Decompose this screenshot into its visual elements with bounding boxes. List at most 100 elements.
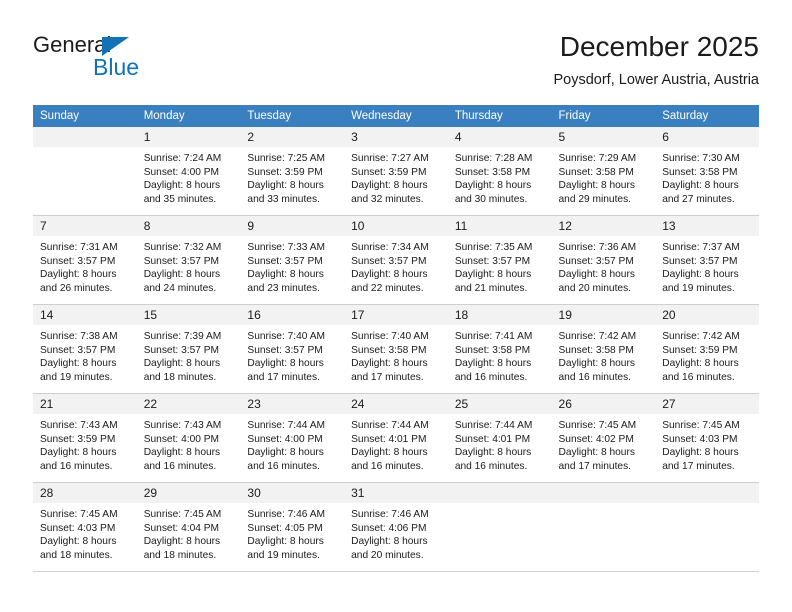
- weekday-header-saturday: Saturday: [655, 105, 759, 127]
- day-number: 12: [551, 216, 656, 236]
- calendar-day-cell[interactable]: 17 Sunrise: 7:40 AM Sunset: 3:58 PM Dayligh…: [344, 304, 448, 394]
- calendar-day-cell[interactable]: 21 Sunrise: 7:43 AM Sunset: 3:59 PM Dayligh…: [33, 393, 137, 483]
- day-detail-lines: Sunrise: 7:31 AM Sunset: 3:57 PM Daylight:…: [33, 236, 137, 295]
- day-detail-lines: Sunrise: 7:42 AM Sunset: 3:58 PM Daylight:…: [552, 325, 656, 384]
- day-number: 13: [655, 216, 759, 236]
- sunrise-text: Sunrise: 7:30 AM: [662, 153, 740, 164]
- calendar-day-cell[interactable]: 8 Sunrise: 7:32 AM Sunset: 3:57 PM Daylight…: [136, 215, 241, 305]
- calendar-day-cell[interactable]: 27 Sunrise: 7:45 AM Sunset: 4:03 PM Dayligh…: [655, 393, 759, 483]
- calendar-day-cell[interactable]: 28 Sunrise: 7:45 AM Sunset: 4:03 PM Dayligh…: [33, 482, 137, 572]
- day-number: 9: [240, 216, 345, 236]
- calendar-day-cell[interactable]: 15 Sunrise: 7:39 AM Sunset: 3:57 PM Dayligh…: [136, 304, 241, 394]
- daylight-text-line1: Daylight: 8 hours: [143, 447, 221, 459]
- day-cell-content: 19 Sunrise: 7:42 AM Sunset: 3:58 PM Dayligh…: [551, 305, 656, 393]
- calendar-day-cell[interactable]: 12 Sunrise: 7:36 AM Sunset: 3:57 PM Dayligh…: [551, 215, 656, 305]
- calendar-day-cell[interactable]: 19 Sunrise: 7:42 AM Sunset: 3:58 PM Dayligh…: [551, 304, 656, 394]
- calendar-day-cell[interactable]: 7 Sunrise: 7:31 AM Sunset: 3:57 PM Daylight…: [33, 215, 137, 305]
- day-detail-lines: Sunrise: 7:45 AM Sunset: 4:03 PM Daylight:…: [655, 414, 759, 473]
- sunrise-text: Sunrise: 7:35 AM: [454, 242, 533, 253]
- calendar-day-cell[interactable]: 16 Sunrise: 7:40 AM Sunset: 3:57 PM Dayligh…: [240, 304, 345, 394]
- sunset-text: Sunset: 4:01 PM: [351, 433, 427, 445]
- day-detail-lines: Sunrise: 7:38 AM Sunset: 3:57 PM Daylight:…: [33, 325, 137, 384]
- day-number: 3: [344, 127, 448, 147]
- daylight-text-line1: Daylight: 8 hours: [558, 447, 635, 459]
- page-title: December 2025: [559, 31, 759, 62]
- daylight-text-line1: Daylight: 8 hours: [558, 269, 635, 281]
- calendar-day-cell[interactable]: 24 Sunrise: 7:44 AM Sunset: 4:01 PM Dayligh…: [344, 393, 448, 483]
- sunrise-text: Sunrise: 7:43 AM: [143, 420, 222, 431]
- calendar-day-cell[interactable]: 31 Sunrise: 7:46 AM Sunset: 4:06 PM Dayligh…: [344, 482, 448, 572]
- sunrise-text: Sunrise: 7:29 AM: [558, 153, 637, 164]
- sunrise-text: Sunrise: 7:25 AM: [247, 153, 325, 164]
- daylight-text-line2: and 35 minutes.: [143, 193, 217, 205]
- day-number: [655, 483, 759, 503]
- calendar-day-cell[interactable]: 3 Sunrise: 7:27 AM Sunset: 3:59 PM Daylight…: [344, 127, 448, 216]
- daylight-text-line2: and 17 minutes.: [247, 371, 320, 383]
- day-cell-content: 17 Sunrise: 7:40 AM Sunset: 3:58 PM Dayligh…: [344, 305, 448, 393]
- calendar-day-cell[interactable]: 11 Sunrise: 7:35 AM Sunset: 3:57 PM Dayligh…: [447, 215, 552, 305]
- sunrise-text: Sunrise: 7:39 AM: [143, 331, 222, 342]
- calendar-day-cell[interactable]: 30 Sunrise: 7:46 AM Sunset: 4:05 PM Dayligh…: [240, 482, 345, 572]
- sunrise-text: Sunrise: 7:33 AM: [247, 242, 325, 253]
- day-number: 22: [136, 394, 241, 414]
- day-cell-content: 14 Sunrise: 7:38 AM Sunset: 3:57 PM Dayligh…: [33, 305, 137, 393]
- day-cell-content: 16 Sunrise: 7:40 AM Sunset: 3:57 PM Dayligh…: [240, 305, 345, 393]
- calendar-day-cell[interactable]: 23 Sunrise: 7:44 AM Sunset: 4:00 PM Dayligh…: [240, 393, 345, 483]
- day-number: 11: [447, 216, 552, 236]
- daylight-text-line1: Daylight: 8 hours: [247, 180, 324, 192]
- daylight-text-line1: Daylight: 8 hours: [351, 358, 428, 370]
- day-detail-lines: Sunrise: 7:41 AM Sunset: 3:58 PM Daylight:…: [448, 325, 552, 384]
- day-number: 27: [655, 394, 759, 414]
- day-number: 26: [551, 394, 656, 414]
- calendar-day-cell[interactable]: 9 Sunrise: 7:33 AM Sunset: 3:57 PM Daylight…: [240, 215, 345, 305]
- day-cell-content: 3 Sunrise: 7:27 AM Sunset: 3:59 PM Daylight…: [344, 127, 448, 215]
- weekday-header-row: Sunday Monday Tuesday Wednesday Thursday…: [33, 105, 759, 127]
- calendar-day-cell[interactable]: 26 Sunrise: 7:45 AM Sunset: 4:02 PM Dayligh…: [551, 393, 656, 483]
- day-detail-lines: Sunrise: 7:27 AM Sunset: 3:59 PM Daylight:…: [344, 147, 448, 206]
- calendar-day-cell[interactable]: 6 Sunrise: 7:30 AM Sunset: 3:58 PM Daylight…: [655, 127, 759, 216]
- sunrise-text: Sunrise: 7:40 AM: [351, 331, 429, 342]
- calendar-day-cell[interactable]: 5 Sunrise: 7:29 AM Sunset: 3:58 PM Daylight…: [551, 127, 656, 216]
- day-number: 31: [344, 483, 448, 503]
- sunrise-text: Sunrise: 7:45 AM: [40, 509, 118, 520]
- calendar-day-cell[interactable]: 25 Sunrise: 7:44 AM Sunset: 4:01 PM Dayligh…: [447, 393, 552, 483]
- calendar-day-cell[interactable]: 2 Sunrise: 7:25 AM Sunset: 3:59 PM Daylight…: [240, 127, 345, 216]
- daylight-text-line2: and 20 minutes.: [558, 282, 632, 294]
- day-detail-lines: Sunrise: 7:45 AM Sunset: 4:04 PM Daylight:…: [137, 503, 241, 562]
- day-detail-lines: Sunrise: 7:43 AM Sunset: 3:59 PM Daylight:…: [33, 414, 137, 473]
- day-cell-content: [447, 483, 552, 571]
- calendar-day-cell[interactable]: 4 Sunrise: 7:28 AM Sunset: 3:58 PM Daylight…: [447, 127, 552, 216]
- calendar-day-cell[interactable]: 18 Sunrise: 7:41 AM Sunset: 3:58 PM Dayligh…: [447, 304, 552, 394]
- calendar-day-cell[interactable]: 13 Sunrise: 7:37 AM Sunset: 3:57 PM Dayligh…: [655, 215, 759, 305]
- calendar-week-row: 21 Sunrise: 7:43 AM Sunset: 3:59 PM Dayligh…: [33, 393, 759, 483]
- calendar-day-cell[interactable]: 14 Sunrise: 7:38 AM Sunset: 3:57 PM Dayligh…: [33, 304, 137, 394]
- daylight-text-line2: and 19 minutes.: [247, 549, 320, 561]
- calendar-day-cell[interactable]: 1 Sunrise: 7:24 AM Sunset: 4:00 PM Daylight…: [136, 127, 241, 216]
- day-detail-lines: Sunrise: 7:33 AM Sunset: 3:57 PM Daylight:…: [240, 236, 344, 295]
- sunset-text: Sunset: 3:58 PM: [454, 166, 531, 178]
- sunset-text: Sunset: 3:57 PM: [247, 255, 323, 267]
- daylight-text-line2: and 16 minutes.: [351, 460, 424, 472]
- sunset-text: Sunset: 4:05 PM: [247, 522, 323, 534]
- calendar-day-cell[interactable]: 20 Sunrise: 7:42 AM Sunset: 3:59 PM Dayligh…: [655, 304, 759, 394]
- daylight-text-line1: Daylight: 8 hours: [662, 358, 739, 370]
- day-detail-lines: Sunrise: 7:34 AM Sunset: 3:57 PM Daylight:…: [344, 236, 448, 295]
- sunrise-text: Sunrise: 7:38 AM: [40, 331, 118, 342]
- calendar-day-cell[interactable]: 22 Sunrise: 7:43 AM Sunset: 4:00 PM Dayligh…: [136, 393, 241, 483]
- calendar-day-cell[interactable]: 10 Sunrise: 7:34 AM Sunset: 3:57 PM Dayligh…: [344, 215, 448, 305]
- sunrise-text: Sunrise: 7:45 AM: [662, 420, 740, 431]
- sunset-text: Sunset: 3:57 PM: [40, 344, 116, 356]
- daylight-text-line2: and 19 minutes.: [40, 371, 113, 383]
- day-number: 25: [447, 394, 552, 414]
- calendar-day-cell: [655, 482, 759, 572]
- calendar-day-cell: [33, 127, 137, 216]
- day-number: 5: [551, 127, 656, 147]
- day-cell-content: 29 Sunrise: 7:45 AM Sunset: 4:04 PM Dayligh…: [136, 483, 241, 571]
- day-cell-content: 11 Sunrise: 7:35 AM Sunset: 3:57 PM Dayligh…: [447, 216, 552, 304]
- calendar-day-cell[interactable]: 29 Sunrise: 7:45 AM Sunset: 4:04 PM Dayligh…: [136, 482, 241, 572]
- day-detail-lines: [552, 503, 656, 508]
- sunrise-text: Sunrise: 7:40 AM: [247, 331, 325, 342]
- sunset-text: Sunset: 4:02 PM: [558, 433, 634, 445]
- day-detail-lines: Sunrise: 7:43 AM Sunset: 4:00 PM Daylight:…: [137, 414, 241, 473]
- day-cell-content: 8 Sunrise: 7:32 AM Sunset: 3:57 PM Daylight…: [136, 216, 241, 304]
